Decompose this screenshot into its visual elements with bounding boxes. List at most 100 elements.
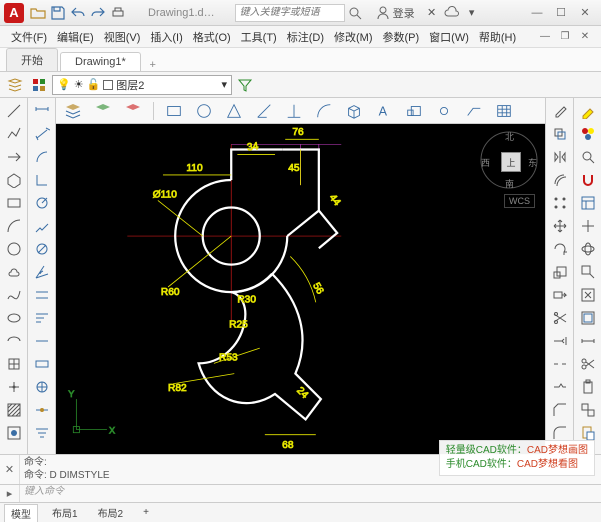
dim-angular-icon[interactable] — [30, 261, 54, 283]
search-icon[interactable] — [346, 4, 364, 22]
extend-icon[interactable] — [548, 330, 572, 352]
dim-style-icon[interactable] — [30, 422, 54, 444]
magnet-icon[interactable] — [576, 169, 600, 191]
cmd-prompt-icon[interactable]: ▸ — [0, 485, 20, 502]
line-tool-icon[interactable] — [2, 100, 26, 122]
layer-off-icon[interactable] — [120, 100, 146, 122]
rect-shape-icon[interactable] — [161, 100, 187, 122]
angle-shape-icon[interactable] — [251, 100, 277, 122]
clipboard-icon[interactable] — [576, 376, 600, 398]
mirror-icon[interactable] — [548, 146, 572, 168]
cloud-icon[interactable] — [443, 4, 461, 22]
break-icon[interactable] — [548, 353, 572, 375]
doc-minimize-button[interactable]: — — [535, 28, 555, 46]
distance-icon[interactable] — [576, 330, 600, 352]
dim-arc-icon[interactable] — [30, 146, 54, 168]
erase-icon[interactable] — [548, 100, 572, 122]
search-input[interactable] — [235, 4, 345, 22]
rectangle-tool-icon[interactable] — [2, 192, 26, 214]
wcs-label[interactable]: WCS — [504, 194, 535, 208]
copy-icon[interactable] — [548, 123, 572, 145]
nav-pan-icon[interactable] — [576, 215, 600, 237]
command-input[interactable]: 键入命令 — [20, 485, 601, 502]
close-button[interactable]: ✕ — [573, 3, 597, 23]
nav-orbit-icon[interactable] — [576, 238, 600, 260]
undo-icon[interactable] — [69, 4, 87, 22]
link-icon[interactable] — [431, 100, 457, 122]
menu-format[interactable]: 格式(O) — [188, 29, 236, 45]
menu-modify[interactable]: 修改(M) — [329, 29, 378, 45]
maximize-button[interactable]: ☐ — [549, 3, 573, 23]
trim-icon[interactable] — [548, 307, 572, 329]
props-icon[interactable] — [576, 192, 600, 214]
menu-edit[interactable]: 编辑(E) — [52, 29, 99, 45]
array-icon[interactable] — [548, 192, 572, 214]
hatch-tool-icon[interactable] — [2, 399, 26, 421]
open-icon[interactable] — [29, 4, 47, 22]
layers-stack-icon[interactable] — [60, 100, 86, 122]
gradient-tool-icon[interactable] — [2, 422, 26, 444]
zoom-extents-icon[interactable] — [576, 284, 600, 306]
menu-param[interactable]: 参数(P) — [378, 29, 425, 45]
cmd-close-icon[interactable]: ✕ — [0, 455, 20, 484]
print-icon[interactable] — [109, 4, 127, 22]
polygon-tool-icon[interactable] — [2, 169, 26, 191]
spline-tool-icon[interactable] — [2, 284, 26, 306]
revcloud-tool-icon[interactable] — [2, 261, 26, 283]
curve-icon[interactable] — [311, 100, 337, 122]
layer-manager-icon[interactable] — [4, 75, 26, 95]
stretch-icon[interactable] — [548, 284, 572, 306]
box3d-icon[interactable] — [341, 100, 367, 122]
tab-drawing1[interactable]: Drawing1* — [60, 52, 141, 71]
color-picker-icon[interactable] — [576, 100, 600, 122]
tab-layout2[interactable]: 布局2 — [92, 504, 130, 521]
tab-layout-add[interactable]: + — [137, 506, 155, 519]
search2-icon[interactable] — [576, 146, 600, 168]
doc-close-button[interactable]: ✕ — [575, 28, 595, 46]
arc-tool-icon[interactable] — [2, 215, 26, 237]
polyline-tool-icon[interactable] — [2, 123, 26, 145]
redo-icon[interactable] — [89, 4, 107, 22]
table-icon[interactable] — [491, 100, 517, 122]
doc-restore-button[interactable]: ❐ — [555, 28, 575, 46]
compass-top[interactable]: 上 — [501, 152, 521, 172]
viewport-icon[interactable] — [576, 307, 600, 329]
layer-iso-icon[interactable] — [90, 100, 116, 122]
dim-ordinate-icon[interactable] — [30, 169, 54, 191]
offset-icon[interactable] — [548, 169, 572, 191]
dim-continue-icon[interactable] — [30, 330, 54, 352]
dim-linear-icon[interactable] — [30, 100, 54, 122]
group-icon[interactable] — [576, 399, 600, 421]
dim-jogged-icon[interactable] — [30, 215, 54, 237]
ellipse-arc-tool-icon[interactable] — [2, 330, 26, 352]
save-icon[interactable] — [49, 4, 67, 22]
triangle-shape-icon[interactable] — [221, 100, 247, 122]
scale-icon[interactable] — [401, 100, 427, 122]
tab-start[interactable]: 开始 — [6, 48, 58, 71]
menu-insert[interactable]: 插入(I) — [145, 29, 187, 45]
scale-tool-icon[interactable] — [548, 261, 572, 283]
rotate-icon[interactable] — [548, 238, 572, 260]
tab-model[interactable]: 模型 — [4, 504, 38, 522]
layer-selector[interactable]: 💡 ☀ 🔓 图层2 ▾ — [52, 75, 232, 95]
menu-file[interactable]: 文件(F) — [6, 29, 52, 45]
dim-center-icon[interactable] — [30, 376, 54, 398]
layer-states-icon[interactable] — [28, 75, 50, 95]
dim-tolerance-icon[interactable] — [30, 353, 54, 375]
menu-window[interactable]: 窗口(W) — [424, 29, 474, 45]
zoom-window-icon[interactable] — [576, 261, 600, 283]
move-icon[interactable] — [548, 215, 572, 237]
circle-tool-icon[interactable] — [2, 238, 26, 260]
exchange-icon[interactable]: ✕ — [423, 4, 441, 22]
join-icon[interactable] — [548, 376, 572, 398]
layer-filter-icon[interactable] — [234, 75, 256, 95]
ellipse-tool-icon[interactable] — [2, 307, 26, 329]
menu-dimension[interactable]: 标注(D) — [282, 29, 329, 45]
point-tool-icon[interactable] — [2, 376, 26, 398]
dim-edit-icon[interactable] — [30, 399, 54, 421]
leader-icon[interactable] — [461, 100, 487, 122]
chamfer-icon[interactable] — [548, 399, 572, 421]
circle-shape-icon[interactable] — [191, 100, 217, 122]
dim-radius-icon[interactable] — [30, 192, 54, 214]
scissor-icon[interactable] — [576, 353, 600, 375]
